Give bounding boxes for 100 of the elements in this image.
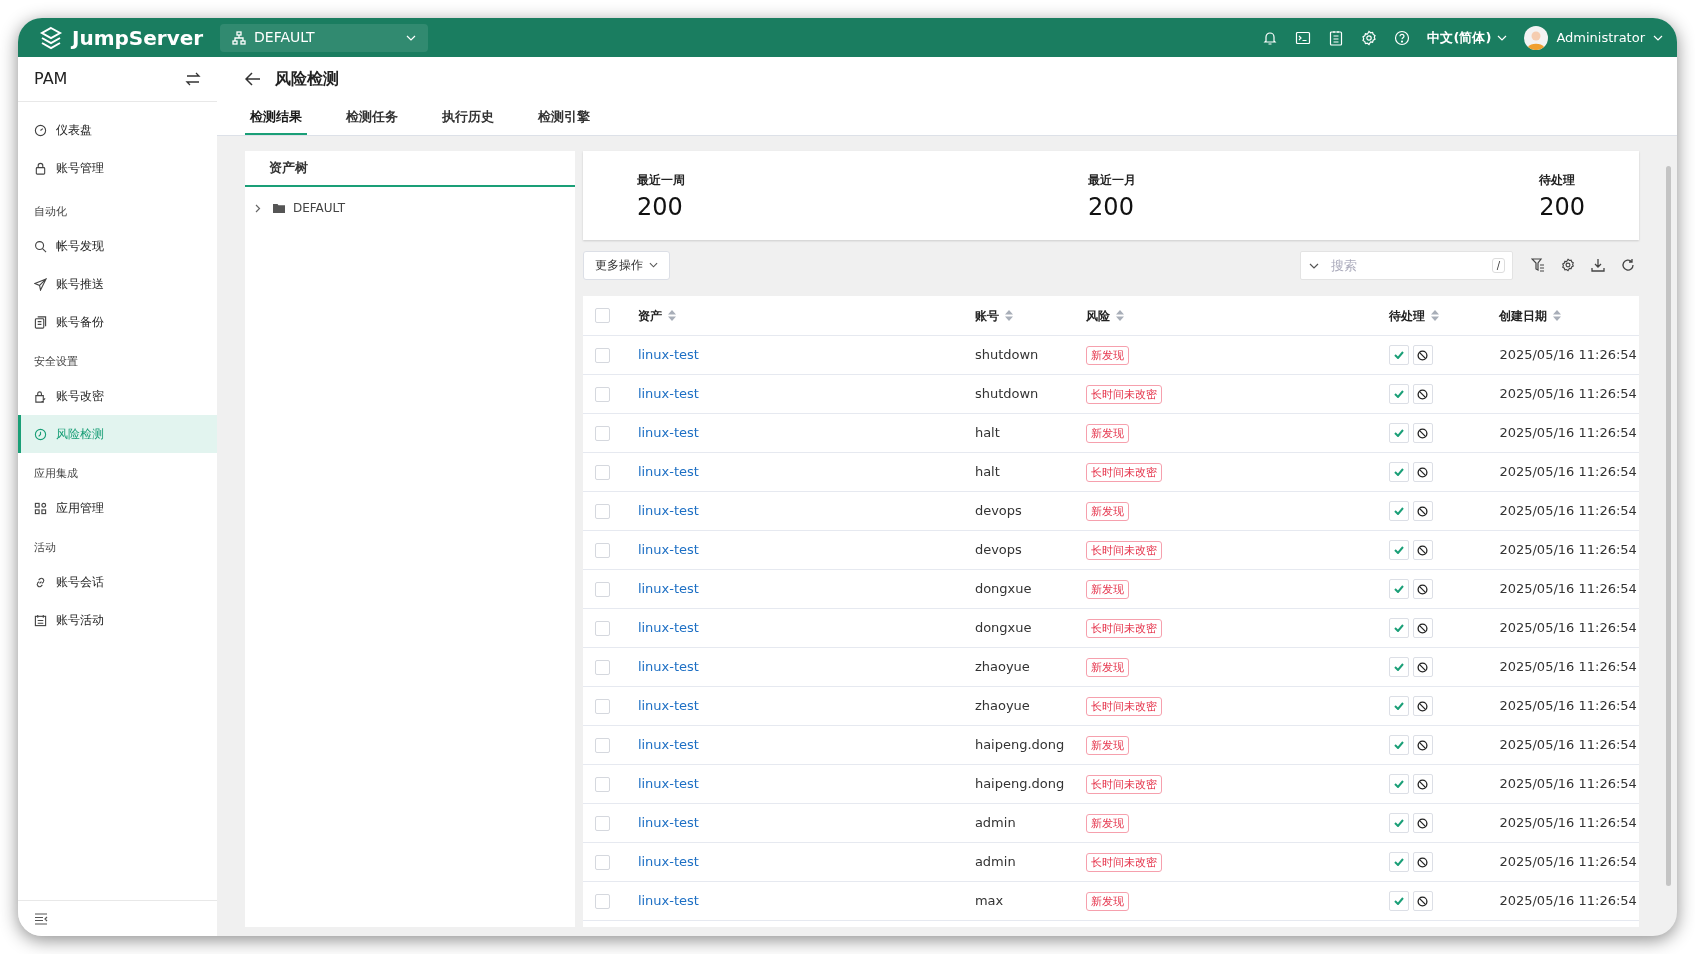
checkmark-icon	[1393, 585, 1404, 593]
ignore-button[interactable]	[1412, 813, 1433, 833]
checkbox[interactable]	[595, 308, 610, 323]
sort-icon[interactable]	[667, 310, 676, 321]
checkbox[interactable]	[595, 815, 610, 831]
asset-link[interactable]: linux-test	[637, 815, 699, 831]
ignore-button[interactable]	[1412, 618, 1433, 638]
tab[interactable]: 检测引擎	[533, 101, 595, 135]
column-header[interactable]: 待处理	[1388, 306, 1425, 325]
ignore-button[interactable]	[1412, 696, 1433, 716]
ignore-button[interactable]	[1412, 384, 1433, 404]
column-header[interactable]: 资产	[637, 306, 662, 325]
column-header[interactable]: 创建日期	[1499, 306, 1548, 325]
tab[interactable]: 检测任务	[341, 101, 403, 135]
asset-link[interactable]: linux-test	[637, 698, 699, 714]
asset-link[interactable]: linux-test	[637, 386, 699, 402]
ignore-button[interactable]	[1412, 852, 1433, 872]
checkbox[interactable]	[595, 425, 610, 441]
table-cell: dongxue	[974, 581, 1032, 597]
folder-icon	[273, 203, 285, 213]
asset-link[interactable]: linux-test	[637, 464, 699, 480]
sidebar-item[interactable]: 账号管理	[18, 149, 217, 187]
checkbox[interactable]	[595, 620, 610, 636]
asset-link[interactable]: linux-test	[637, 893, 699, 909]
asset-link[interactable]: linux-test	[637, 581, 699, 597]
scrollbar[interactable]	[1666, 166, 1671, 886]
checkbox[interactable]	[595, 893, 610, 909]
checkbox[interactable]	[595, 581, 610, 597]
checkmark-icon	[1393, 351, 1404, 359]
sort-icon[interactable]	[1115, 310, 1124, 321]
checkbox[interactable]	[595, 776, 610, 792]
help-icon[interactable]	[1394, 29, 1411, 46]
checkbox[interactable]	[595, 737, 610, 753]
tab[interactable]: 执行历史	[437, 101, 499, 135]
refresh-icon[interactable]	[1621, 258, 1635, 272]
checkbox[interactable]	[595, 386, 610, 402]
language-select[interactable]: 中文(简体)	[1427, 27, 1508, 48]
ignore-button[interactable]	[1412, 579, 1433, 599]
asset-link[interactable]: linux-test	[637, 854, 699, 870]
sidebar-item[interactable]: 账号活动	[18, 601, 217, 639]
switch-icon[interactable]	[185, 72, 201, 86]
tree-node[interactable]: DEFAULT	[255, 197, 565, 219]
asset-link[interactable]: linux-test	[637, 776, 699, 792]
table-cell: 2025/05/16 11:26:54	[1499, 386, 1637, 402]
sort-icon[interactable]	[1430, 310, 1439, 321]
sidebar-item[interactable]: 账号推送	[18, 265, 217, 303]
ignore-button[interactable]	[1412, 501, 1433, 521]
sidebar-item[interactable]: 仪表盘	[18, 111, 217, 149]
sort-icon[interactable]	[1553, 310, 1562, 321]
block-icon	[1417, 739, 1429, 751]
ignore-button[interactable]	[1412, 891, 1433, 911]
asset-link[interactable]: linux-test	[637, 347, 699, 363]
asset-link[interactable]: linux-test	[637, 503, 699, 519]
section-heading: 应用集成	[34, 465, 78, 482]
sidebar-item[interactable]: 账号备份	[18, 303, 217, 341]
more-actions-dropdown[interactable]: 更多操作	[583, 250, 670, 280]
document-icon	[34, 315, 47, 329]
risk-tag: 长时间未改密	[1085, 385, 1162, 404]
sidebar-item[interactable]: 帐号发现	[18, 227, 217, 265]
checkbox[interactable]	[595, 854, 610, 870]
clipboard-icon[interactable]	[1328, 29, 1345, 46]
checkbox[interactable]	[595, 698, 610, 714]
ignore-button[interactable]	[1412, 423, 1433, 443]
user-menu[interactable]: Administrator	[1524, 25, 1663, 50]
asset-link[interactable]: linux-test	[637, 620, 699, 636]
checkbox[interactable]	[595, 659, 610, 675]
checkbox[interactable]	[595, 347, 610, 363]
ignore-button[interactable]	[1412, 735, 1433, 755]
filter-icon[interactable]	[1531, 258, 1545, 272]
ignore-button[interactable]	[1412, 774, 1433, 794]
column-header[interactable]: 账号	[974, 306, 999, 325]
hierarchy-icon	[232, 30, 246, 45]
sort-icon[interactable]	[1004, 310, 1013, 321]
bell-icon[interactable]	[1262, 29, 1279, 46]
checkbox[interactable]	[595, 503, 610, 519]
checkbox[interactable]	[595, 542, 610, 558]
sidebar-item[interactable]: 账号会话	[18, 563, 217, 601]
collapse-menu-icon[interactable]	[34, 912, 48, 925]
ignore-button[interactable]	[1412, 657, 1433, 677]
table-cell: 2025/05/16 11:26:54	[1499, 698, 1637, 714]
settings-icon[interactable]	[1561, 258, 1575, 272]
asset-link[interactable]: linux-test	[637, 425, 699, 441]
checkbox[interactable]	[595, 464, 610, 480]
back-arrow-icon[interactable]	[245, 72, 261, 86]
ignore-button[interactable]	[1412, 345, 1433, 365]
risk-tag: 新发现	[1085, 580, 1129, 599]
download-icon[interactable]	[1591, 258, 1605, 272]
column-header[interactable]: 风险	[1085, 306, 1110, 325]
asset-link[interactable]: linux-test	[637, 659, 699, 675]
organization-select[interactable]: DEFAULT	[220, 23, 428, 52]
sidebar-item[interactable]: 账号改密	[18, 377, 217, 415]
asset-link[interactable]: linux-test	[637, 737, 699, 753]
ignore-button[interactable]	[1412, 462, 1433, 482]
asset-link[interactable]: linux-test	[637, 542, 699, 558]
risk-tag: 长时间未改密	[1085, 697, 1162, 716]
terminal-icon[interactable]	[1295, 29, 1312, 46]
sidebar-item[interactable]: 应用管理	[18, 489, 217, 527]
section-heading: 自动化	[34, 203, 67, 220]
ignore-button[interactable]	[1412, 540, 1433, 560]
tab[interactable]: 检测结果	[245, 101, 307, 135]
